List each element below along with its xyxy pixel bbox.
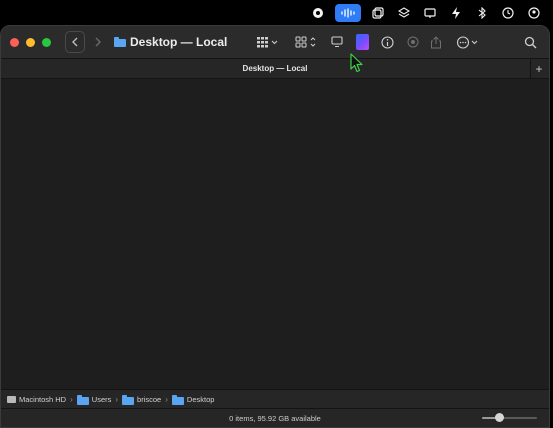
- minimize-button[interactable]: [26, 37, 35, 47]
- folder-icon: [76, 394, 89, 405]
- window-title: Desktop — Local: [130, 35, 228, 49]
- preview-button[interactable]: [330, 32, 344, 52]
- back-button[interactable]: [65, 31, 85, 53]
- path-item-desktop[interactable]: Desktop: [171, 394, 215, 405]
- timemachine-icon[interactable]: [499, 4, 517, 22]
- share-button[interactable]: [429, 32, 443, 52]
- info-icon: [380, 35, 394, 49]
- path-item-label: Desktop: [186, 395, 215, 404]
- bluetooth-icon[interactable]: [473, 4, 491, 22]
- path-item-macintosh-hd[interactable]: Macintosh HD: [7, 395, 66, 404]
- new-tab-button[interactable]: +: [530, 59, 547, 78]
- chevron-right-icon: [95, 37, 101, 47]
- more-actions-button[interactable]: [455, 32, 481, 52]
- disk-icon: [7, 396, 16, 403]
- app-icon: [355, 34, 369, 50]
- path-item-users[interactable]: Users: [76, 394, 112, 405]
- path-item-label: Macintosh HD: [19, 395, 67, 404]
- window-controls: [10, 37, 51, 47]
- title-bar: Desktop — Local: [1, 26, 549, 58]
- monitor-icon: [331, 36, 343, 48]
- ellipsis-circle-icon: [456, 35, 478, 49]
- airdrop-button[interactable]: [405, 32, 421, 52]
- search-button[interactable]: [522, 32, 538, 52]
- folder-icon: [122, 394, 135, 405]
- menu-bar: [0, 0, 553, 25]
- status-bar: 0 items, 95.92 GB available: [1, 408, 549, 427]
- get-info-button[interactable]: [380, 32, 394, 52]
- path-item-label: Users: [91, 395, 112, 404]
- tab-desktop[interactable]: Desktop — Local: [243, 64, 308, 73]
- folder-icon: [171, 394, 184, 405]
- chevron-left-icon: [72, 37, 78, 47]
- airdrop-icon: [407, 36, 419, 47]
- path-item-briscoe[interactable]: briscoe: [122, 394, 162, 405]
- path-separator: ›: [115, 395, 119, 404]
- file-list-area[interactable]: [1, 79, 549, 390]
- zoom-button[interactable]: [42, 37, 51, 47]
- voice-memo-icon[interactable]: [335, 3, 361, 22]
- slider-knob[interactable]: [494, 413, 504, 422]
- mouse-cursor-icon: [350, 53, 363, 73]
- path-separator: ›: [70, 395, 73, 404]
- layers-icon[interactable]: [395, 4, 413, 22]
- icon-view-icon: [257, 37, 278, 48]
- app-shortcut-button[interactable]: [354, 32, 370, 52]
- path-item-label: briscoe: [137, 395, 162, 404]
- window-title-group: Desktop — Local: [114, 35, 227, 49]
- status-text: 0 items, 95.92 GB available: [229, 413, 321, 423]
- path-separator: ›: [165, 395, 168, 404]
- forward-button[interactable]: [89, 32, 107, 52]
- close-button[interactable]: [10, 37, 19, 47]
- folder-icon: [114, 37, 126, 47]
- view-mode-button[interactable]: [255, 32, 281, 52]
- search-icon: [524, 36, 536, 48]
- user-icon[interactable]: [525, 4, 543, 22]
- path-bar: Macintosh HD › Users › briscoe › Desktop: [1, 389, 549, 409]
- group-icon: [295, 36, 316, 48]
- group-by-button[interactable]: [294, 32, 320, 52]
- bolt-icon[interactable]: [447, 4, 465, 22]
- display-icon[interactable]: [421, 4, 439, 22]
- tab-bar: Desktop — Local +: [1, 58, 549, 79]
- finder-window: Desktop — Local Desktop — Local + Macint…: [0, 25, 550, 428]
- record-icon[interactable]: [309, 4, 327, 22]
- window-icon[interactable]: [369, 4, 387, 22]
- share-icon: [431, 35, 441, 48]
- icon-size-slider[interactable]: [482, 413, 537, 423]
